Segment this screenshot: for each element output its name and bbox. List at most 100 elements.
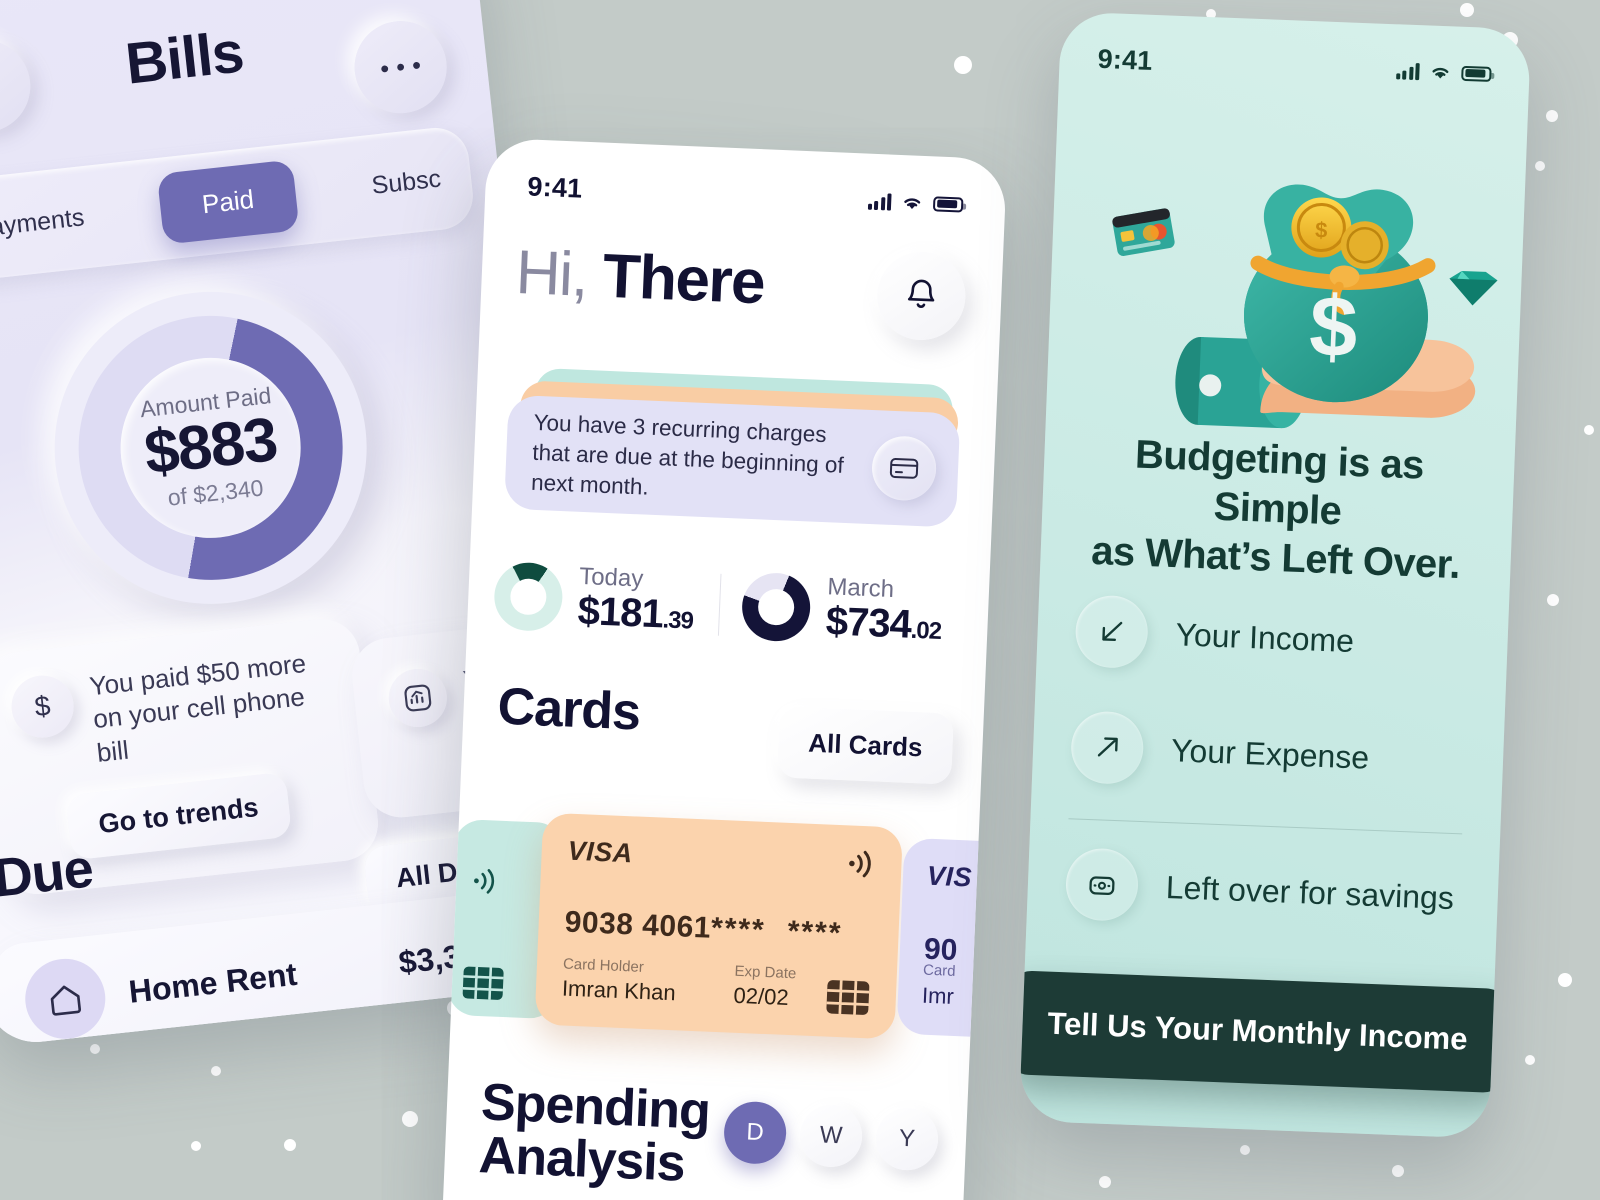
cards-section-title: Cards [496,677,642,742]
battery-icon [932,195,964,213]
greeting-bold: There [601,241,766,318]
background-dot [1099,1176,1111,1188]
feature-label: Left over for savings [1165,868,1455,916]
stat-march: March $734.02 [741,571,943,649]
today-progress-ring [492,561,564,633]
range-option-week[interactable]: W [798,1103,864,1169]
range-selector[interactable]: D W Y [722,1100,940,1172]
wifi-icon [904,198,921,209]
svg-text:$: $ [1308,278,1359,376]
tip-text: You paid $50 more on your cell phone bil… [88,647,308,768]
card-number-mask-1: **** [710,911,767,947]
background-dot [191,1141,201,1151]
spending-title-line2: Analysis [477,1126,686,1193]
phone-onboarding-screen: 9:41 $ $ Budgeting is as Simple as What’… [1018,11,1532,1139]
onboarding-feature-list: Your Income Your Expense Left over for s… [1038,571,1498,957]
card-holder-label: Card [922,961,956,980]
stat-amount: $734 [825,599,912,647]
background-dot [1546,110,1558,122]
feature-row-income[interactable]: Your Income [1048,571,1498,704]
chart-trend-icon [385,666,450,730]
greeting: Hi, There [514,237,765,318]
feature-label: Your Expense [1170,731,1370,776]
march-progress-ring [741,571,812,643]
card-exp-value: 02/02 [733,982,790,1010]
background-dot [1547,594,1559,606]
feature-row-expense[interactable]: Your Expense [1043,687,1493,820]
range-option-day[interactable]: D [722,1100,788,1165]
background-dot [1525,1055,1535,1065]
stat-amount: $181 [576,588,664,637]
go-to-trends-button[interactable]: Go to trends [65,771,292,861]
banner-layer-main[interactable]: You have 3 recurring charges that are du… [504,394,961,528]
status-icons [1395,61,1492,83]
status-bar-right: 9:41 [1059,11,1531,99]
card-brand: VISA [567,835,634,869]
stat-today: Today $181.39 [492,560,695,638]
recurring-charges-banner[interactable]: You have 3 recurring charges that are du… [504,367,962,528]
status-bar-mid: 9:41 [485,138,1007,230]
chip-icon [462,966,504,1000]
card-number-visible: 9038 4061 [564,905,712,945]
bell-icon [907,279,935,308]
contactless-icon [849,850,871,878]
tab-paid[interactable]: Paid [156,158,300,245]
background-dot [1584,425,1594,435]
spending-analysis-title: Spending Analysis [477,1073,711,1193]
card-brand: VIS [926,860,973,893]
background-dot [284,1139,296,1151]
status-time: 9:41 [526,170,584,204]
screenshot-canvas: Bills Payments Paid Subsc Amount Paid $8… [0,0,1600,1200]
status-icons [867,192,964,214]
wifi-icon [1432,67,1449,79]
ellipsis-icon [381,62,420,73]
banner-text: You have 3 recurring charges that are du… [530,410,845,500]
due-item-name: Home Rent [126,955,299,1010]
background-dot [1392,1165,1404,1177]
background-dot [954,56,972,74]
amount-paid-donut: Amount Paid $883 of $2,340 [38,275,383,620]
card-number-mask-2: **** [786,914,843,951]
card-holder-name: Imran Khan [561,975,677,1006]
background-dot [1460,3,1474,17]
cellular-bars-icon [1395,62,1420,80]
credit-card-icon [870,435,938,502]
card-exp-label: Exp Date [734,962,797,983]
bills-tabbar[interactable]: Payments Paid Subsc [0,124,477,284]
feature-row-savings[interactable]: Left over for savings [1038,824,1488,957]
chip-icon [826,980,870,1015]
hand-holding-money-bag-icon: $ $ [1045,107,1527,455]
cards-carousel[interactable]: VISA 9038 4061**** **** Card Holder Imran… [440,809,1008,1051]
phone-home-screen: 9:41 Hi, There You have 3 recurring char… [436,137,1008,1200]
card-holder-name: Imr [921,982,955,1009]
background-dot [90,1044,100,1054]
due-section-title: Due [0,838,96,909]
credit-card-primary[interactable]: VISA 9038 4061**** **** Card Holder Imran… [534,812,904,1040]
range-option-year[interactable]: Y [874,1106,940,1172]
background-dot [1558,973,1572,987]
tab-subscriptions[interactable]: Subsc [370,164,442,200]
status-time: 9:41 [1097,43,1154,76]
background-dot [211,1066,221,1076]
stat-cents: .39 [661,606,694,635]
feature-label: Your Income [1174,615,1355,659]
card-peek-right[interactable]: VIS 90 Card Imr [896,837,1008,1039]
dollar-icon: $ [8,672,77,741]
stat-divider [718,573,722,636]
home-icon [21,954,110,1043]
headline-line1: Budgeting is as Simple [1134,432,1425,534]
background-dot [1240,1145,1250,1155]
greeting-light: Hi, [514,237,589,310]
notification-button[interactable] [875,250,968,342]
background-dot [402,1111,418,1127]
card-holder-label: Card Holder [562,955,645,976]
contactless-icon [474,869,495,894]
cellular-bars-icon [867,192,892,211]
tab-payments[interactable]: Payments [0,203,86,244]
svg-text:$: $ [1315,217,1328,242]
stat-cents: .02 [910,616,942,646]
background-dot [1535,161,1545,171]
all-cards-button[interactable]: All Cards [776,706,954,785]
tell-monthly-income-button[interactable]: Tell Us Your Monthly Income [1018,969,1513,1094]
spend-stats: Today $181.39 March $734.02 [492,540,966,670]
